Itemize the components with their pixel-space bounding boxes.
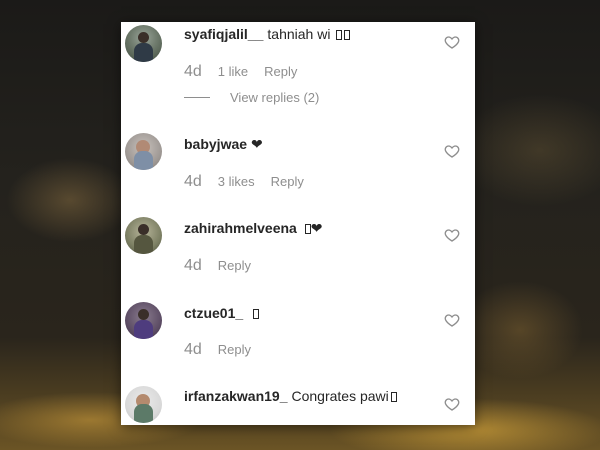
unrendered-glyph (390, 392, 397, 402)
username[interactable]: babyjwae (184, 136, 247, 152)
comment-time: 4d (184, 257, 202, 274)
heart-icon[interactable] (444, 312, 460, 328)
comment-meta: 4d 1 like Reply (184, 63, 297, 81)
reply-button[interactable]: Reply (218, 258, 251, 273)
unrendered-glyph (253, 309, 260, 319)
comment-text: ❤ (251, 136, 263, 152)
unrendered-glyph (344, 30, 351, 40)
comment-line: zahirahmelveena ❤ (184, 220, 322, 237)
avatar[interactable] (125, 386, 162, 423)
avatar[interactable] (125, 302, 162, 339)
comment-line: babyjwae ❤ (184, 136, 263, 153)
comment-text: Congrates pawi (291, 388, 389, 404)
comment-line: syafiqjalil__ tahniah wi (184, 26, 351, 42)
view-replies-button[interactable]: View replies (2) (184, 90, 319, 105)
comment-time: 4d (184, 63, 202, 80)
username[interactable]: irfanzakwan19_ (184, 388, 288, 404)
like-count[interactable]: 3 likes (218, 174, 255, 189)
reply-button[interactable]: Reply (264, 64, 297, 79)
comment-line: irfanzakwan19_ Congrates pawi (184, 388, 397, 404)
comment-text: ❤ (310, 220, 323, 236)
reply-button[interactable]: Reply (271, 174, 304, 189)
comment-meta: 4d Reply (184, 341, 251, 359)
comment-time: 4d (184, 173, 202, 190)
unrendered-glyph (336, 30, 343, 40)
heart-icon[interactable] (444, 227, 460, 243)
comments-panel: syafiqjalil__ tahniah wi 4d 1 like Reply Vi… (121, 22, 475, 425)
like-count[interactable]: 1 like (218, 64, 248, 79)
avatar[interactable] (125, 25, 162, 62)
comment-text: tahniah wi (267, 26, 331, 42)
comment-meta: 4d 3 likes Reply (184, 173, 304, 191)
comment-line: ctzue01_ (184, 305, 260, 321)
heart-icon[interactable] (444, 34, 460, 50)
replies-divider (184, 97, 210, 98)
username[interactable]: syafiqjalil__ (184, 26, 263, 42)
avatar[interactable] (125, 133, 162, 170)
heart-icon[interactable] (444, 143, 460, 159)
reply-button[interactable]: Reply (218, 342, 251, 357)
view-replies-label: View replies (2) (230, 90, 320, 105)
heart-icon[interactable] (444, 396, 460, 412)
comment-meta: 4d Reply (184, 257, 251, 275)
comment-time: 4d (184, 341, 202, 358)
username[interactable]: zahirahmelveena (184, 220, 297, 236)
avatar[interactable] (125, 217, 162, 254)
username[interactable]: ctzue01_ (184, 305, 243, 321)
